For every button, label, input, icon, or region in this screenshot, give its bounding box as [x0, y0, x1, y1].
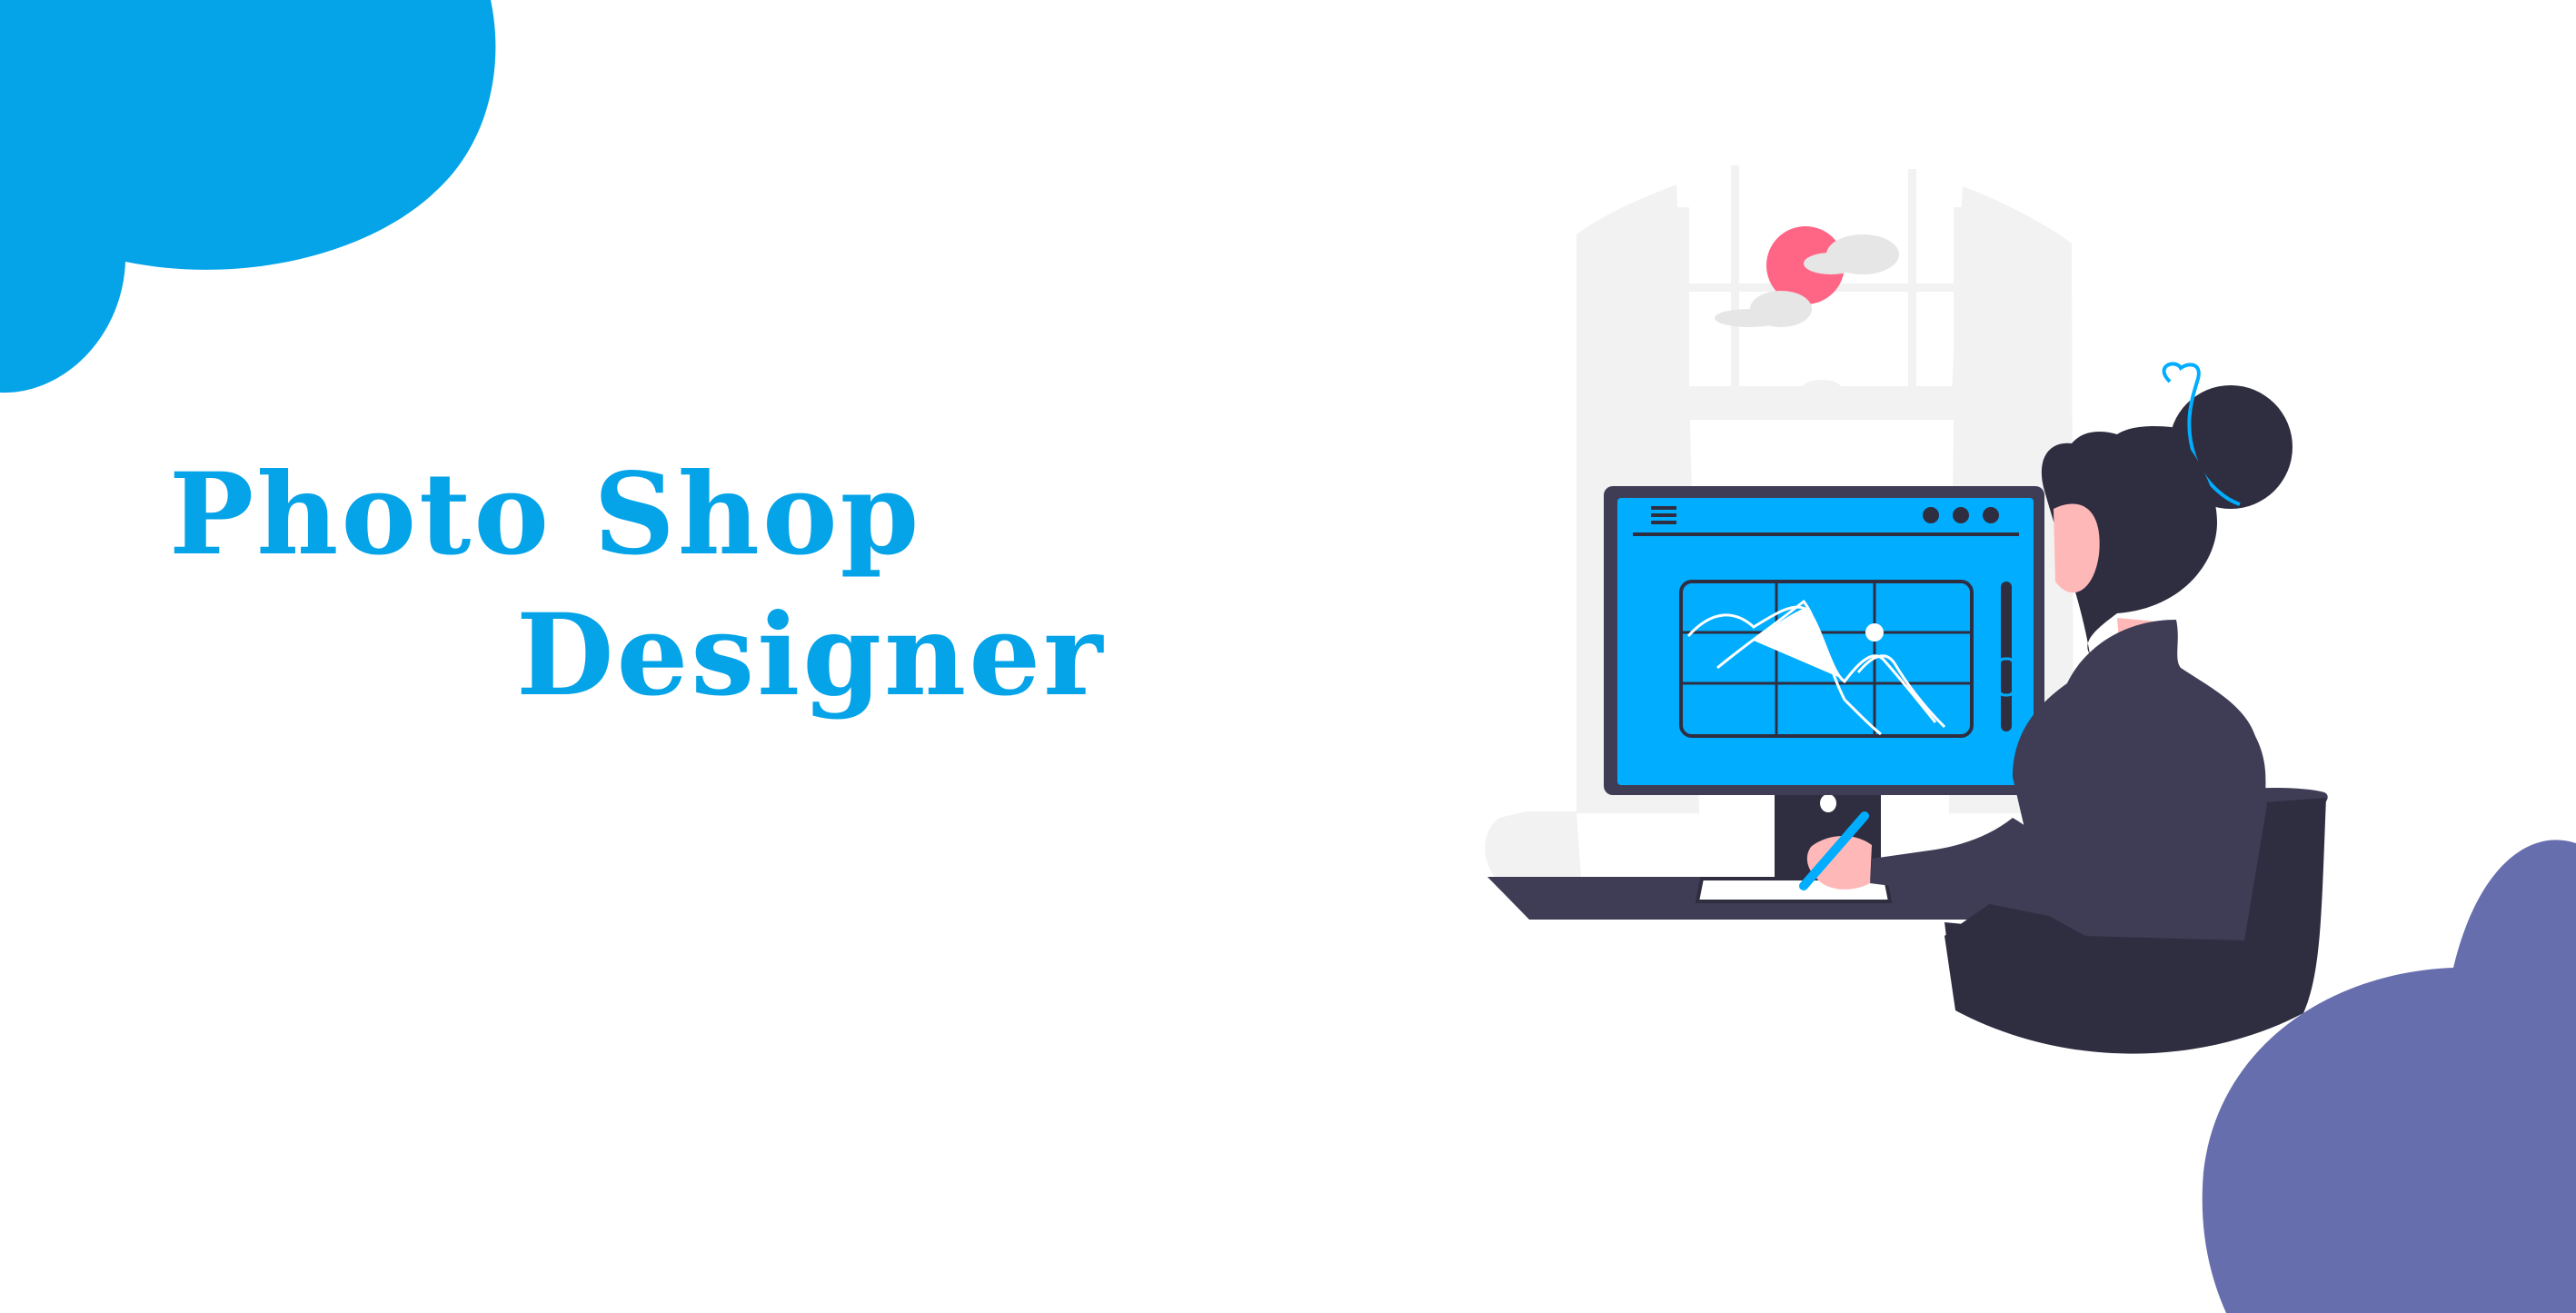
top-left-blob — [0, 0, 496, 393]
three-dots-icon — [1923, 507, 1999, 523]
hero-title-line-1: Photo Shop — [169, 449, 922, 581]
sun-and-clouds — [1715, 226, 1899, 327]
hero-banner: Photo Shop Designer — [0, 0, 2576, 1313]
monitor — [1604, 486, 2044, 795]
hamburger-menu-icon — [1651, 506, 1676, 524]
hero-illustration — [0, 0, 2576, 1313]
hero-title-line-2: Designer — [516, 590, 1106, 721]
